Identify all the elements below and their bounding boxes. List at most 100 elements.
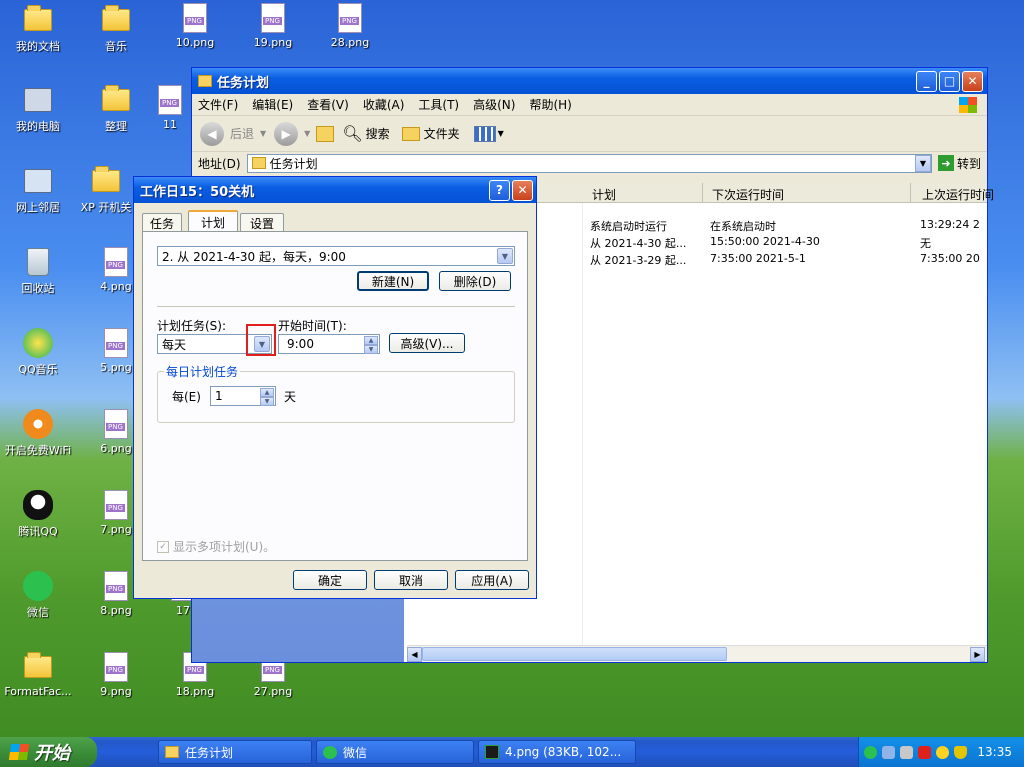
views-dropdown-icon[interactable]: ▼ <box>498 129 504 138</box>
taskbar-item-task-scheduler[interactable]: 任务计划 <box>158 740 312 764</box>
spin-up-icon[interactable]: ▲ <box>364 336 378 345</box>
desktop-icon-xp-shutdown[interactable]: XP 开机关 <box>78 165 134 215</box>
table-row[interactable]: 从 2021-4-30 起... 15:50:00 2021-4-30 无 <box>590 235 990 251</box>
scroll-thumb[interactable] <box>422 647 727 661</box>
spin-up-icon[interactable]: ▲ <box>260 388 274 397</box>
menu-favorites[interactable]: 收藏(A) <box>363 96 405 113</box>
go-button[interactable]: ➜ 转到 <box>937 155 981 172</box>
desktop-icon-wechat[interactable]: 微信 <box>0 570 76 620</box>
desktop-icon-10png[interactable]: 10.png <box>157 2 233 49</box>
back-dropdown-icon[interactable]: ▼ <box>260 129 266 138</box>
spin-down-icon[interactable]: ▼ <box>364 345 378 354</box>
show-multiple-checkbox[interactable]: ✓ 显示多项计划(U)。 <box>157 538 275 555</box>
update-tray-icon[interactable] <box>936 745 949 759</box>
desktop-icon-label: XP 开机关 <box>80 201 132 214</box>
explorer-titlebar[interactable]: 任务计划 _ □ ✕ <box>192 68 987 94</box>
folders-button-label[interactable]: 文件夹 <box>424 125 460 142</box>
schedule-select[interactable]: 2. 从 2021-4-30 起，每天，9:00 ▼ <box>157 246 515 266</box>
table-row[interactable]: 系统启动时运行 在系统启动时 13:29:24 2 <box>590 218 990 234</box>
address-dropdown-icon[interactable]: ▼ <box>914 154 931 172</box>
png-file-icon <box>104 652 128 682</box>
close-button[interactable]: ✕ <box>962 70 983 92</box>
tab-settings[interactable]: 设置 <box>240 213 284 232</box>
desktop-icon-free-wifi[interactable]: 开启免费WiFi <box>0 408 76 458</box>
wechat-tray-icon[interactable] <box>864 745 877 759</box>
desktop-icon-formatfactory[interactable]: FormatFac... <box>0 651 76 698</box>
cancel-button[interactable]: 取消 <box>374 570 448 590</box>
folder-icon <box>92 166 120 192</box>
taskbar-item-wechat[interactable]: 微信 <box>316 740 474 764</box>
dialog-close-button[interactable]: ✕ <box>512 179 533 201</box>
desktop-icon-19png[interactable]: 19.png <box>235 2 311 49</box>
delete-button[interactable]: 删除(D) <box>439 271 511 291</box>
desktop-icon-network[interactable]: 网上邻居 <box>0 165 76 215</box>
desktop-icon-qq-music[interactable]: QQ音乐 <box>0 327 76 377</box>
maximize-button[interactable]: □ <box>939 70 960 92</box>
network-tray-icon[interactable] <box>882 745 895 759</box>
help-button[interactable]: ? <box>489 179 510 201</box>
forward-dropdown-icon[interactable]: ▼ <box>304 129 310 138</box>
column-header-last-run[interactable]: 上次运行时间 <box>922 186 994 203</box>
menu-view[interactable]: 查看(V) <box>307 96 349 113</box>
speaker-tray-icon[interactable] <box>900 745 913 759</box>
table-row[interactable]: 从 2021-3-29 起... 7:35:00 2021-5-1 7:35:0… <box>590 252 990 268</box>
clock[interactable]: 13:35 <box>977 745 1012 759</box>
folder-icon <box>198 75 212 87</box>
menu-edit[interactable]: 编辑(E) <box>252 96 293 113</box>
desktop-icon-28png[interactable]: 28.png <box>312 2 388 49</box>
chevron-down-icon[interactable]: ▼ <box>497 248 513 264</box>
cell-last-run: 无 <box>920 237 931 250</box>
desktop-icon-recycle-bin[interactable]: 回收站 <box>0 246 76 296</box>
column-header-schedule[interactable]: 计划 <box>592 186 616 203</box>
forward-arrow-icon[interactable]: ▶ <box>274 121 299 146</box>
apply-button[interactable]: 应用(A) <box>455 570 529 590</box>
spin-down-icon[interactable]: ▼ <box>260 397 274 406</box>
search-icon[interactable]: 🔍︎ <box>342 124 362 143</box>
dialog-title: 工作日15：50关机 <box>140 184 255 200</box>
menu-file[interactable]: 文件(F) <box>198 96 238 113</box>
desktop-icon-11[interactable]: 11 <box>150 84 190 131</box>
advanced-button[interactable]: 高级(V)... <box>389 333 465 353</box>
scroll-left-button[interactable]: ◀ <box>407 647 422 662</box>
tab-task[interactable]: 任务 <box>142 213 182 232</box>
menu-advanced[interactable]: 高级(N) <box>473 96 515 113</box>
group-label: 每日计划任务 <box>164 363 241 380</box>
new-button[interactable]: 新建(N) <box>357 271 429 291</box>
menu-tools[interactable]: 工具(T) <box>418 96 459 113</box>
start-time-input[interactable]: 9:00 ▲ ▼ <box>278 334 380 354</box>
menu-help[interactable]: 帮助(H) <box>529 96 571 113</box>
png-file-icon <box>104 247 128 277</box>
search-button-label[interactable]: 搜索 <box>366 125 390 142</box>
folders-icon[interactable] <box>401 126 420 141</box>
ok-button[interactable]: 确定 <box>293 570 367 590</box>
views-icon[interactable] <box>473 125 496 142</box>
desktop-icon-music[interactable]: 音乐 <box>78 4 154 54</box>
desktop-icon-my-computer[interactable]: 我的电脑 <box>0 84 76 134</box>
column-header-next-run[interactable]: 下次运行时间 <box>712 186 784 203</box>
desktop-icon-organize[interactable]: 整理 <box>78 84 154 134</box>
scroll-right-button[interactable]: ▶ <box>970 647 985 662</box>
folder-icon <box>102 5 130 31</box>
column-divider <box>702 183 703 202</box>
start-button[interactable]: 开始 <box>0 737 97 767</box>
start-time-spinner[interactable]: ▲ ▼ <box>364 336 378 354</box>
shield-icon[interactable] <box>954 745 967 759</box>
every-days-spinner[interactable]: ▲ ▼ <box>260 388 274 406</box>
minimize-button[interactable]: _ <box>916 70 937 92</box>
every-days-input[interactable]: 1 ▲ ▼ <box>210 386 276 406</box>
desktop-icon-my-documents[interactable]: 我的文档 <box>0 4 76 54</box>
desktop-icon-label: 腾讯QQ <box>18 525 58 538</box>
up-folder-icon[interactable] <box>316 125 335 142</box>
horizontal-scrollbar[interactable]: ◀ ▶ <box>407 645 987 662</box>
desktop-icon-9png[interactable]: 9.png <box>78 651 154 698</box>
dialog-titlebar[interactable]: 工作日15：50关机 ? ✕ <box>134 177 536 203</box>
taskbar-item-image-viewer[interactable]: 4.png (83KB, 102... <box>478 740 636 764</box>
error-tray-icon[interactable] <box>918 745 931 759</box>
address-input[interactable]: 任务计划 ▼ <box>246 153 932 173</box>
image-viewer-icon <box>485 745 499 759</box>
back-button-label[interactable]: 后退 <box>230 125 254 142</box>
desktop-icon-qq[interactable]: 腾讯QQ <box>0 489 76 539</box>
tab-schedule[interactable]: 计划 <box>188 210 238 232</box>
back-arrow-icon[interactable]: ◀ <box>200 121 224 146</box>
recycle-bin-icon <box>27 248 49 276</box>
